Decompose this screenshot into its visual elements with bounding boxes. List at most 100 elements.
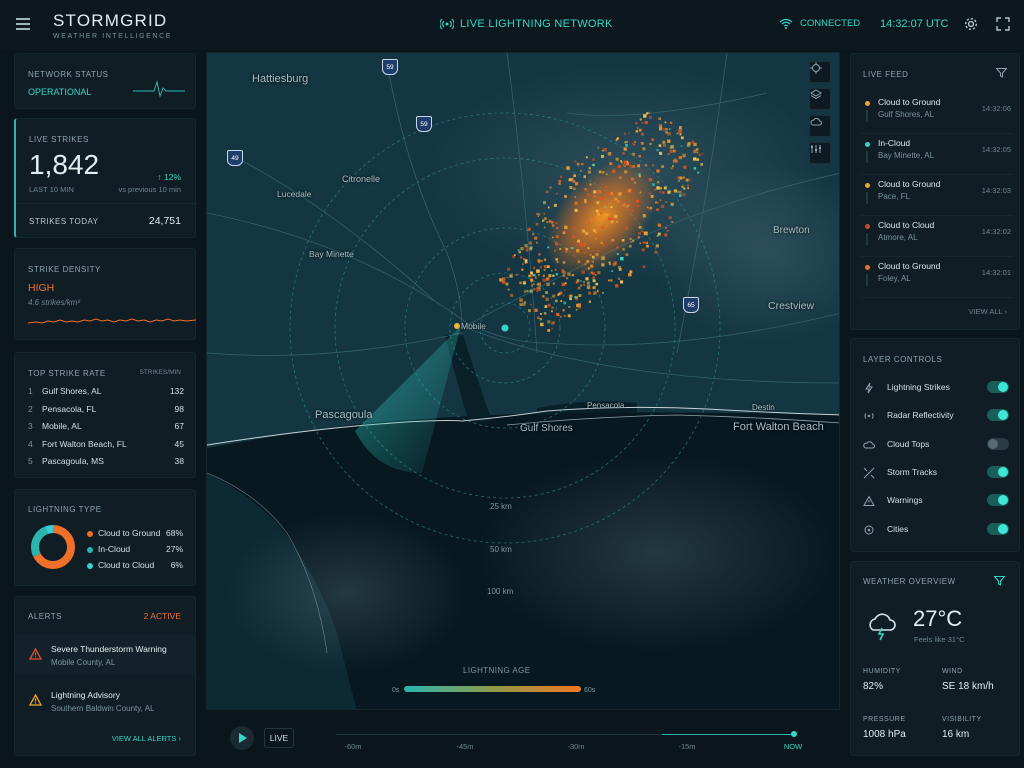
place-name: Mobile, AL [42,421,82,431]
filter-icon[interactable] [996,68,1007,78]
strike-dot [660,204,665,208]
lightning-map[interactable]: Hattiesburg Lucedale Citronelle Mobile P… [206,52,840,710]
strike-dot [669,149,673,153]
rank: 3 [28,421,33,431]
strike-dot [551,327,553,330]
strike-rate-value: 98 [174,403,184,414]
heartbeat-line [133,80,185,98]
feed-item[interactable]: Cloud to Cloud Atmore, AL 14:32:02 [861,217,1013,257]
timeline: LIVE -60m -45m -30m -15m NOW [206,712,840,764]
layer-toggle[interactable] [987,522,1009,535]
city-label: Fort Walton Beach [733,421,824,433]
view-all-feed-link[interactable]: VIEW ALL › [969,307,1008,316]
strike-dot [641,248,645,252]
cloud-icon [810,117,822,126]
strike-dot [527,227,531,231]
rank: 2 [28,403,33,414]
strike-dot [585,189,588,192]
strike-dot [542,274,545,277]
filter-icon[interactable] [994,576,1005,586]
fullscreen-icon[interactable] [995,16,1011,32]
strike-dot [570,247,572,249]
layer-row[interactable]: Lightning Strikes [863,378,1009,398]
strike-dot [655,244,659,248]
settings-overlay-button[interactable] [809,142,831,164]
layer-row[interactable]: Cities [863,520,1009,540]
strike-dot [583,251,586,254]
strike-dot [572,235,575,238]
strike-dot [563,301,567,305]
layer-row[interactable]: Cloud Tops [863,435,1009,455]
feed-item[interactable]: Cloud to Ground Gulf Shores, AL 14:32:06 [861,94,1013,134]
strike-dot [543,265,547,269]
strike-dot [592,163,595,167]
strike-dot [551,224,555,227]
strike-dot [640,230,644,233]
strike-dot [561,271,564,273]
layer-toggle[interactable] [987,494,1009,507]
layer-toggle[interactable] [987,381,1009,393]
strike-dot [551,310,553,313]
strike-dot [608,279,610,282]
feed-item[interactable]: Cloud to Ground Pace, FL 14:32:03 [861,176,1013,216]
feed-bar [866,233,868,245]
layer-row[interactable]: Warnings [863,491,1009,511]
layer-toggle[interactable] [987,465,1009,478]
feed-item[interactable]: Cloud to Ground Foley, AL 14:32:01 [861,258,1013,298]
strike-dot [587,247,590,250]
strike-dot [634,140,637,143]
layer-controls-panel: LAYER CONTROLS Lightning Strikes Radar Re… [850,338,1020,552]
alert-item[interactable]: Lightning Advisory Southern Baldwin Count… [15,681,195,721]
strike-dot [685,178,689,182]
warning-icon [863,494,875,507]
strike-dot [635,122,638,125]
layer-row[interactable]: Radar Reflectivity [863,406,1009,426]
layer-toggle[interactable] [987,409,1009,422]
rank: 4 [28,438,33,449]
strike-dot [603,148,607,152]
view-all-alerts-label: VIEW ALL ALERTS [111,734,177,743]
play-button[interactable] [230,726,254,750]
view-all-alerts-link[interactable]: VIEW ALL ALERTS › [112,734,181,743]
strike-dot [601,154,604,158]
strike-dot [574,182,579,186]
strike-dot [642,265,646,269]
interstate-shield: 49 [227,150,243,166]
strike-dot [611,270,613,272]
strike-dot [591,255,595,259]
strike-dot [547,303,551,307]
strike-dot [667,230,669,232]
strike-dot [659,199,662,201]
strike-dot [643,214,645,216]
strike-dot [510,293,514,297]
strike-dot [651,138,655,141]
strike-dot [524,259,528,262]
menu-icon[interactable] [16,18,30,30]
strike-dot [612,169,616,173]
timeline-handle[interactable] [791,731,797,737]
strike-type-dot [865,183,870,188]
layer-toggle[interactable] [987,437,1009,450]
connection-label: CONNECTED [800,18,861,29]
cloud-overlay-button[interactable] [809,115,831,137]
layer-row[interactable]: Storm Tracks [863,463,1009,483]
strike-dot [543,258,547,261]
strike-rate-value: 132 [169,386,184,396]
alert-item[interactable]: Severe Thunderstorm Warning Mobile County… [15,635,195,675]
strike-dot [547,320,551,324]
strike-dot [530,271,533,275]
strike-dot [538,213,541,216]
strike-dot [672,159,676,163]
strike-dot [566,277,569,280]
strike-dot [528,274,531,278]
bolt-icon [863,381,875,394]
strike-dot [614,214,618,219]
locate-button[interactable] [809,61,831,83]
layers-button[interactable] [809,88,831,110]
strike-dot [597,271,601,275]
strike-dot [631,177,634,181]
live-button[interactable]: LIVE [264,728,294,748]
feed-item[interactable]: In-Cloud Bay Minette, AL 14:32:05 [861,135,1013,175]
gear-icon[interactable] [963,16,979,32]
strike-dot [641,122,644,124]
